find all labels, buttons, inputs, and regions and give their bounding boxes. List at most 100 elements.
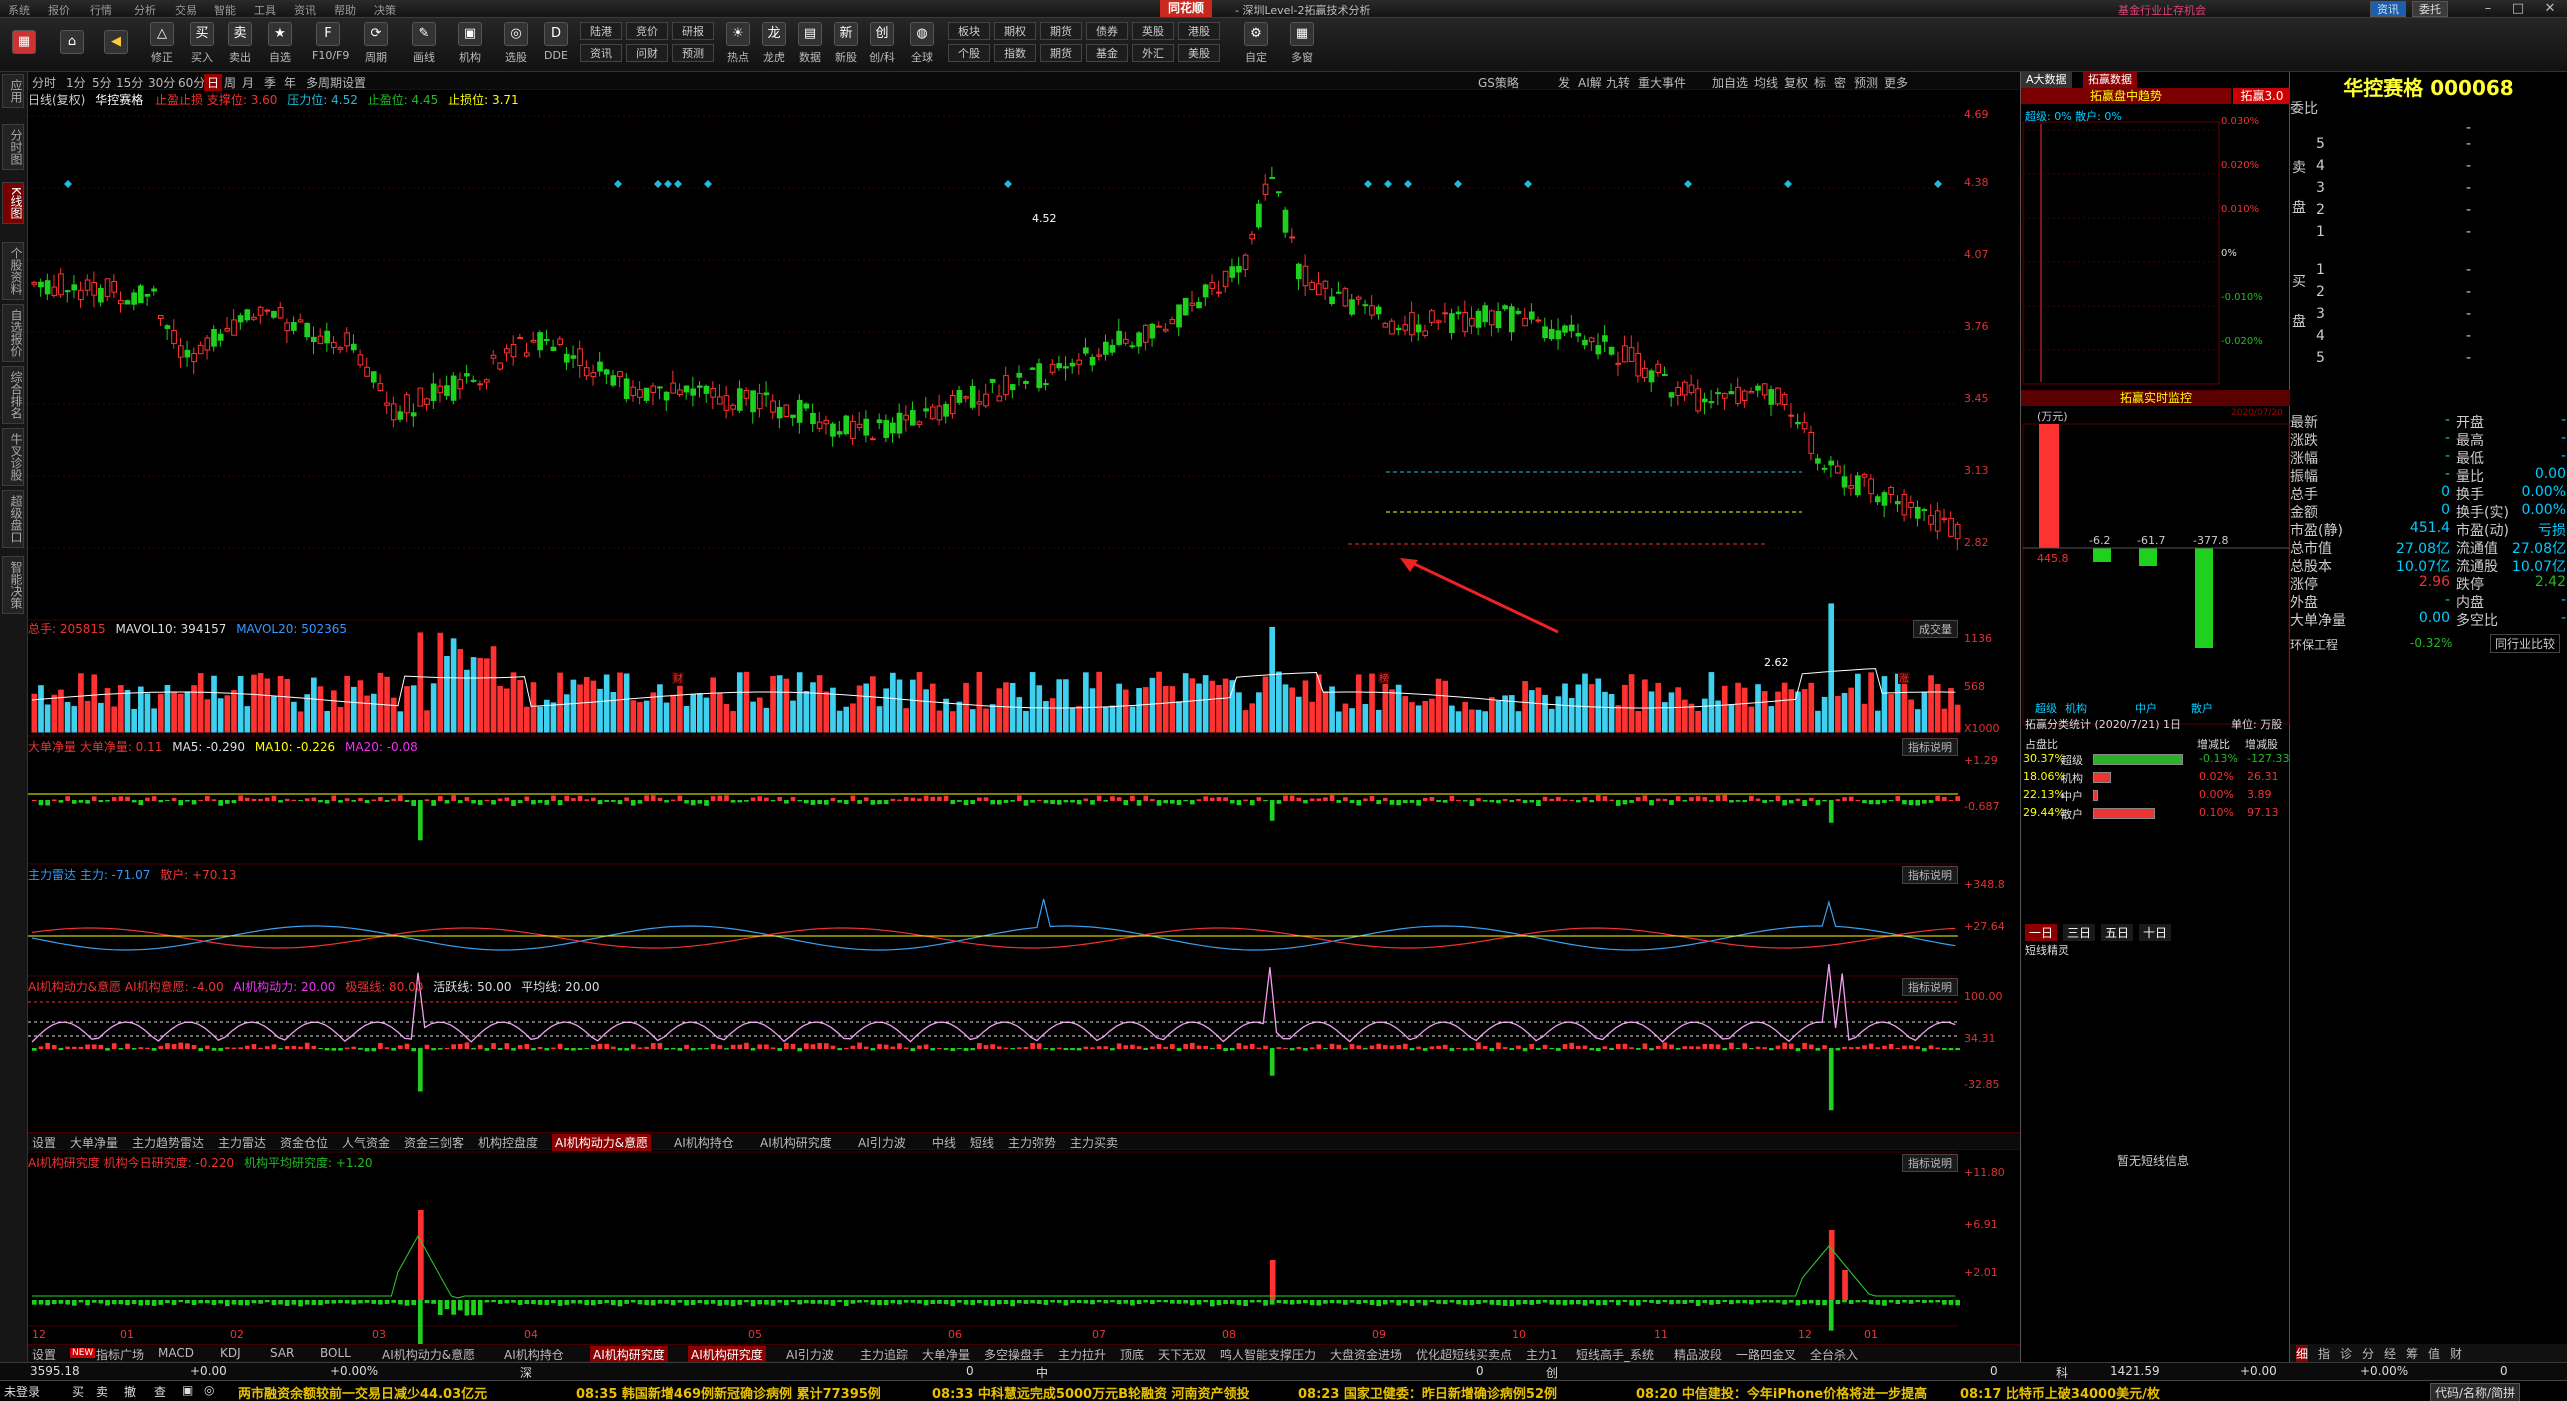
toolbar3-1-button[interactable]: ▦ 多窗 (1286, 22, 1318, 65)
tabs2-item-11[interactable]: 主力追踪 (860, 1346, 908, 1363)
toolbar2-5-button[interactable]: ◍ 全球 (906, 22, 938, 65)
tabs2-item-18[interactable]: 大盘资金进场 (1330, 1346, 1402, 1363)
quick-2-button[interactable]: 竞价 (626, 22, 668, 40)
left-tab-4[interactable]: 自选报价 (2, 304, 24, 362)
quick-4-button[interactable]: 研报 (672, 22, 714, 40)
market-2-button[interactable]: 期权 (994, 22, 1036, 40)
tabs1-item-14[interactable]: 主力弥势 (1008, 1134, 1056, 1151)
tabs2-item-14[interactable]: 主力拉升 (1058, 1346, 1106, 1363)
market-3-button[interactable]: 指数 (994, 44, 1036, 62)
code-search-input[interactable]: 代码/名称/简拼 (2430, 1383, 2521, 1401)
tabs2-item-0[interactable]: 设置 (32, 1346, 56, 1363)
market-10-button[interactable]: 港股 (1178, 22, 1220, 40)
minimize-icon[interactable]: – (2474, 0, 2502, 17)
quote-tab-1[interactable]: 指 (2318, 1345, 2330, 1362)
day-tab-1[interactable]: 三日 (2063, 924, 2096, 941)
day-tab-3[interactable]: 十日 (2139, 924, 2172, 941)
tabs2-item-6[interactable]: AI机构动力&意愿 (382, 1346, 475, 1363)
ticker-item-2[interactable]: 08:33 中科慧远完成5000万元B轮融资 河南资产领投 (932, 1383, 1250, 1401)
back-icon[interactable]: ◀ (100, 30, 132, 57)
tabs2-item-10[interactable]: AI引力波 (786, 1346, 834, 1363)
tabs1-item-10[interactable]: AI机构研究度 (760, 1134, 832, 1151)
ticker-btn-0[interactable]: 未登录 (4, 1383, 40, 1400)
ticker-btn-1[interactable]: 买 (72, 1383, 84, 1400)
menu-market[interactable]: 行情 (90, 2, 112, 18)
ticker-btn-5[interactable]: ▣ (182, 1383, 193, 1397)
toolbar2-2-button[interactable]: ▤ 数据 (794, 22, 826, 65)
tabs2-item-21[interactable]: 短线高手_系统 (1576, 1346, 1654, 1363)
tabs1-item-0[interactable]: 设置 (32, 1134, 56, 1151)
tabs2-item-2[interactable]: MACD (158, 1346, 194, 1360)
quick-0-button[interactable]: 陆港 (580, 22, 622, 40)
menu-tools[interactable]: 工具 (254, 2, 276, 18)
toolbar-8-button[interactable]: ◎ 选股 (500, 22, 532, 65)
toolbar-0-button[interactable]: △ 修正 (146, 22, 178, 65)
toolbar2-1-button[interactable]: 龙龙虎 (758, 22, 790, 65)
tabs2-item-24[interactable]: 全台杀入 (1810, 1346, 1858, 1363)
left-tab-3[interactable]: 个股资料 (2, 242, 24, 300)
tabs2-item-23[interactable]: 一路四金叉 (1736, 1346, 1796, 1363)
tabs1-item-3[interactable]: 主力雷达 (218, 1134, 266, 1151)
tabs1-item-15[interactable]: 主力买卖 (1070, 1134, 1118, 1151)
home-icon[interactable]: ⌂ (56, 30, 88, 57)
tabs2-item-1[interactable]: 指标广场 (96, 1346, 144, 1363)
tabs2-item-20[interactable]: 主力1 (1526, 1346, 1558, 1363)
toolbar2-0-button[interactable]: ☀ 热点 (722, 22, 754, 65)
day-tab-2[interactable]: 五日 (2101, 924, 2134, 941)
tabs1-item-5[interactable]: 人气资金 (342, 1134, 390, 1151)
ticker-item-4[interactable]: 08:20 中信建投：今年iPhone价格将进一步提高 (1636, 1383, 1927, 1401)
market-1-button[interactable]: 个股 (948, 44, 990, 62)
maximize-icon[interactable]: □ (2504, 0, 2532, 17)
ticker-item-3[interactable]: 08:23 国家卫健委：昨日新增确诊病例52例 (1298, 1383, 1557, 1401)
volume-button[interactable]: 成交量 (1913, 620, 1958, 638)
tabs1-item-13[interactable]: 短线 (970, 1134, 994, 1151)
toolbar-9-button[interactable]: D DDE (540, 22, 572, 62)
order-button[interactable]: 委托 (2412, 1, 2448, 17)
tabs1-item-6[interactable]: 资金三剑客 (404, 1134, 464, 1151)
market-6-button[interactable]: 债券 (1086, 22, 1128, 40)
tabs2-item-4[interactable]: SAR (270, 1346, 294, 1360)
quote-tab-5[interactable]: 筹 (2406, 1345, 2418, 1362)
toolbar-7-button[interactable]: ▣ 机构 (454, 22, 486, 65)
industry-name[interactable]: 环保工程 (2290, 636, 2338, 653)
left-tab-6[interactable]: 牛叉诊股 (2, 428, 24, 486)
left-tab-5[interactable]: 综合排名 (2, 366, 24, 424)
menu-help[interactable]: 帮助 (334, 2, 356, 18)
tabs2-item-22[interactable]: 精品波段 (1674, 1346, 1722, 1363)
market-5-button[interactable]: 期货 (1040, 44, 1082, 62)
left-tab-7[interactable]: 超级盘口 (2, 490, 24, 548)
menu-decision[interactable]: 决策 (374, 2, 396, 18)
info-button[interactable]: 资讯 (2370, 1, 2406, 17)
market-11-button[interactable]: 美股 (1178, 44, 1220, 62)
tabs2-item-16[interactable]: 天下无双 (1158, 1346, 1206, 1363)
quote-tab-2[interactable]: 诊 (2340, 1345, 2352, 1362)
market-0-button[interactable]: 板块 (948, 22, 990, 40)
tabs1-item-11[interactable]: AI引力波 (858, 1134, 906, 1151)
ticker-item-1[interactable]: 08:35 韩国新增469例新冠确诊病例 累计77395例 (576, 1383, 881, 1401)
quote-tab-0[interactable]: 细 (2296, 1345, 2309, 1362)
tabs1-item-2[interactable]: 主力趋势雷达 (132, 1134, 204, 1151)
menu-news[interactable]: 资讯 (294, 2, 316, 18)
toolbar2-4-button[interactable]: 创创/科 (866, 22, 898, 65)
toolbar-1-button[interactable]: 买买入 (186, 22, 218, 65)
quick-5-button[interactable]: 预测 (672, 44, 714, 62)
market-8-button[interactable]: 英股 (1132, 22, 1174, 40)
left-tab-0[interactable]: 应用 (2, 74, 24, 108)
tabs2-item-13[interactable]: 多空操盘手 (984, 1346, 1044, 1363)
tabs1-item-7[interactable]: 机构控盘度 (478, 1134, 538, 1151)
quote-tab-4[interactable]: 经 (2384, 1345, 2396, 1362)
radar-explain-button[interactable]: 指标说明 (1902, 866, 1958, 884)
industry-compare-button[interactable]: 同行业比较 (2490, 634, 2561, 653)
toolbar-6-button[interactable]: ✎ 画线 (408, 22, 440, 65)
toolbar-5-button[interactable]: ⟳ 周期 (360, 22, 392, 65)
quote-tab-7[interactable]: 财 (2450, 1345, 2462, 1362)
tabs1-item-4[interactable]: 资金仓位 (280, 1134, 328, 1151)
ticker-btn-4[interactable]: 查 (154, 1383, 166, 1400)
research-explain-button[interactable]: 指标说明 (1902, 1154, 1958, 1172)
ticker-item-5[interactable]: 08:17 比特币上破34000美元/枚 (1960, 1383, 2160, 1401)
close-icon[interactable]: ✕ (2536, 0, 2564, 17)
toolbar-2-button[interactable]: 卖卖出 (224, 22, 256, 65)
market-9-button[interactable]: 外汇 (1132, 44, 1174, 62)
tabs1-item-9[interactable]: AI机构持仓 (674, 1134, 734, 1151)
tabs1-item-12[interactable]: 中线 (932, 1134, 956, 1151)
